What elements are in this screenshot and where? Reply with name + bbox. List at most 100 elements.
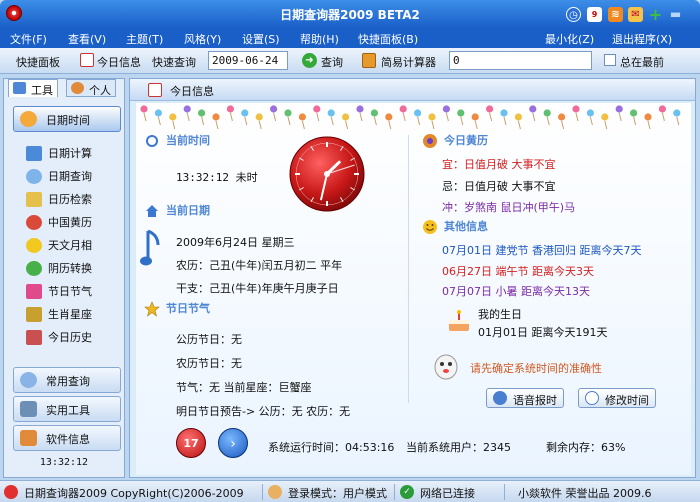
lollipop-stick [244, 116, 248, 126]
other-item-countdown: 距离今天3天 [532, 265, 594, 278]
nav-almanac[interactable]: 中国黄历 [24, 214, 120, 232]
almanac-icon [26, 215, 42, 230]
lollipop [298, 113, 306, 121]
other-info-title: 其他信息 [444, 220, 488, 233]
clock-icon[interactable]: ◷ [566, 7, 581, 22]
exit-button[interactable]: 退出程序(X) [612, 31, 672, 47]
group-software-info[interactable]: 软件信息 [13, 425, 121, 451]
today-info-button[interactable]: 今日信息 [97, 54, 141, 70]
calculator-input[interactable]: 0 [449, 51, 592, 70]
lollipop [457, 109, 465, 117]
nav-date-query[interactable]: 日期查询 [24, 168, 120, 186]
query-button[interactable]: 查询 [321, 54, 343, 70]
tab-personal[interactable]: 个人 [66, 79, 116, 97]
menu-style[interactable]: 风格(Y) [184, 31, 221, 47]
almanac-icon [423, 134, 437, 148]
minimize-icon[interactable]: ▬ [668, 7, 683, 22]
quick-panel-label[interactable]: 快捷面板 [16, 54, 60, 70]
arrow-right-icon: ➜ [302, 53, 317, 68]
lollipop-stick [633, 116, 637, 126]
lollipop [226, 105, 234, 113]
history-icon [26, 330, 42, 345]
group-utilities[interactable]: 实用工具 [13, 396, 121, 422]
lollipop [385, 113, 393, 121]
voice-time-button[interactable]: 语音报时 [486, 388, 564, 408]
lollipop [500, 109, 508, 117]
lollipop [414, 109, 422, 117]
mascot-icon [434, 354, 458, 380]
section-festivals: 节日节气 [144, 301, 210, 317]
mail-icon[interactable]: ✉ [628, 7, 643, 22]
other-item-name: 端午节 [495, 265, 529, 278]
zodiac-icon [26, 307, 42, 322]
lunar-line: 农历：己丑(牛年)闰五月初二 平年 [176, 259, 343, 272]
moon-icon [26, 238, 42, 253]
lollipop [255, 113, 263, 121]
calendar-icon[interactable]: 9 [587, 7, 602, 22]
lollipop-stick [532, 112, 536, 122]
menu-theme[interactable]: 主题(T) [126, 31, 163, 47]
lollipop [529, 105, 537, 113]
group-datetime[interactable]: 日期时间 [13, 106, 121, 132]
nav-date-calc[interactable]: 日期计算 [24, 145, 120, 163]
menu-file[interactable]: 文件(F) [10, 31, 47, 47]
smiley-icon [423, 220, 437, 234]
modify-time-button[interactable]: 修改时间 [578, 388, 656, 408]
add-icon[interactable]: + [648, 7, 663, 23]
nav-moon-phase[interactable]: 天文月相 [24, 237, 120, 255]
nav-lunar-convert[interactable]: 阴历转换 [24, 260, 120, 278]
tab-tools-label: 工具 [31, 84, 53, 97]
menu-help[interactable]: 帮助(H) [300, 31, 339, 47]
lollipop [399, 105, 407, 113]
other-item-date: 07月07日 [442, 285, 492, 298]
lollipop [183, 105, 191, 113]
menu-settings[interactable]: 设置(S) [242, 31, 280, 47]
lollipop-stick [661, 112, 665, 122]
section-almanac: 今日黄历 [422, 133, 488, 149]
lollipop [673, 109, 681, 117]
lollipop-stick [460, 116, 464, 126]
clock-icon [20, 111, 37, 127]
lollipop [601, 113, 609, 121]
calendar-day-icon[interactable]: 17 [176, 428, 206, 458]
star-icon [144, 301, 160, 317]
lollipop-stick [373, 116, 377, 126]
wrench-icon [20, 401, 37, 417]
lollipop [630, 109, 638, 117]
nav-festivals[interactable]: 节日节气 [24, 283, 120, 301]
magnifier-icon [26, 169, 42, 184]
lollipop [514, 113, 522, 121]
nav-history[interactable]: 今日历史 [24, 329, 120, 347]
lollipop-stick [604, 120, 608, 130]
rss-icon[interactable]: ≋ [608, 7, 623, 22]
nav-zodiac-label: 生肖星座 [48, 308, 92, 321]
lollipop-stick [186, 112, 190, 122]
date-input[interactable]: 2009-06-24 [208, 51, 288, 70]
check-icon: ✓ [400, 485, 414, 499]
lollipop [270, 105, 278, 113]
lollipop-stick [316, 112, 320, 122]
group-common-query-label: 常用查询 [46, 375, 90, 388]
menu-view[interactable]: 查看(V) [68, 31, 106, 47]
menu-quick-panel[interactable]: 快捷面板(B) [358, 31, 418, 47]
voice-time-label: 语音报时 [513, 394, 557, 407]
nav-zodiac[interactable]: 生肖星座 [24, 306, 120, 324]
divider [504, 484, 505, 500]
next-arrow-icon[interactable]: › [218, 428, 248, 458]
current-date-title: 当前日期 [166, 204, 210, 217]
other-item-countdown: 距离今天7天 [579, 244, 642, 257]
main-panel: 今日信息 当前时间 13:32:12 未时 当前日期 2009年6月24日 星期… [129, 78, 696, 478]
calendar-icon [26, 192, 42, 207]
minimize-button[interactable]: 最小化(Z) [545, 31, 594, 47]
always-on-top-checkbox[interactable] [604, 54, 616, 66]
calculator-button[interactable]: 简易计算器 [381, 54, 436, 70]
lollipop [356, 105, 364, 113]
main-header-title: 今日信息 [170, 85, 214, 98]
status-bar: 日期查询器2009 CopyRight(C)2006-2009 登录模式：用户模… [0, 480, 700, 502]
other-item-name: 建党节 香港回归 [495, 244, 577, 257]
nav-calendar-search[interactable]: 日历检索 [24, 191, 120, 209]
tab-tools[interactable]: 工具 [8, 79, 58, 97]
lunar-festival: 农历节日：无 [176, 357, 242, 370]
calendar-icon [148, 83, 162, 97]
group-common-query[interactable]: 常用查询 [13, 367, 121, 393]
